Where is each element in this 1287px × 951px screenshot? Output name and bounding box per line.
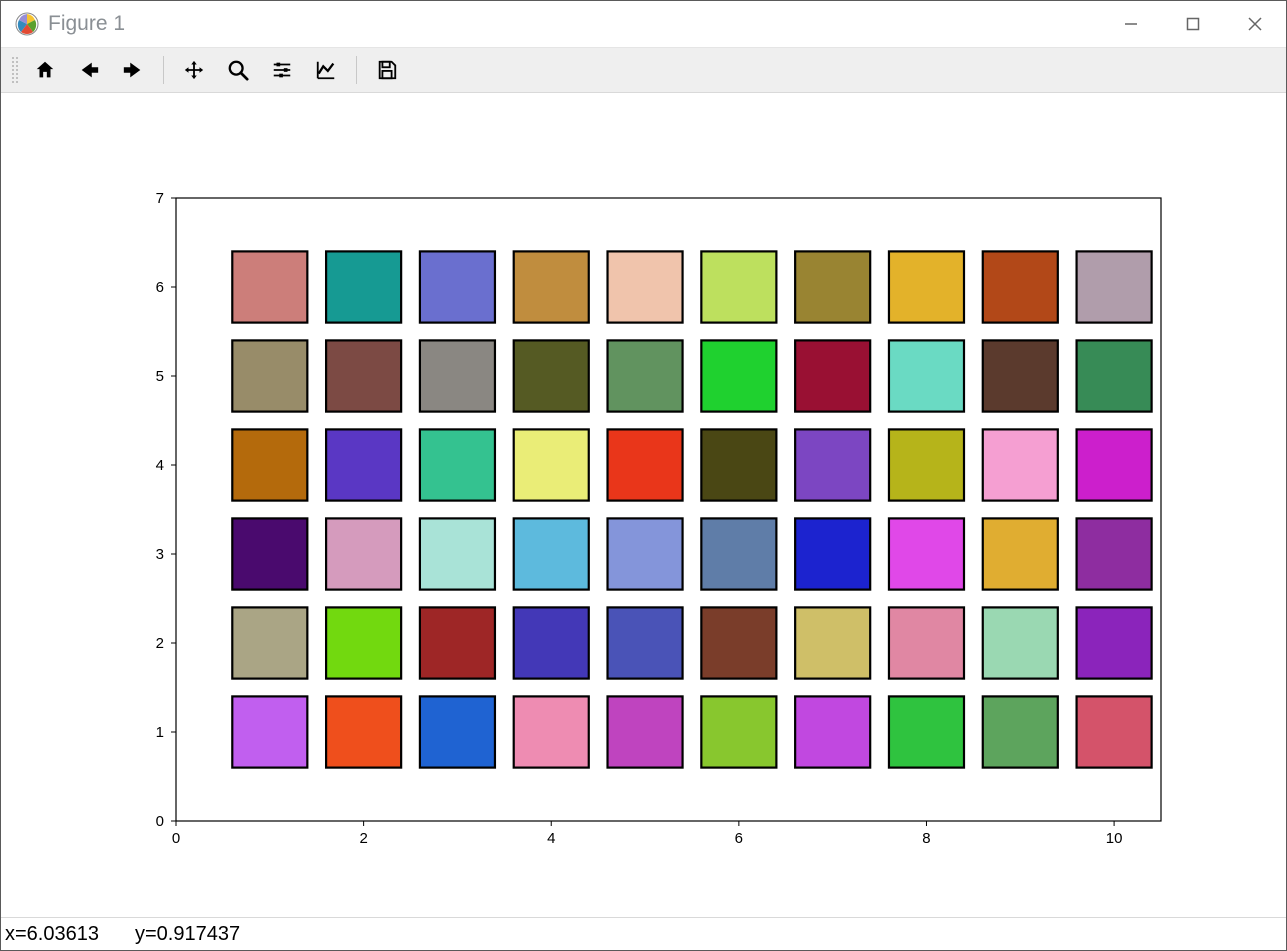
x-tick-label: 10: [1106, 830, 1123, 847]
y-tick-label: 6: [156, 279, 164, 296]
color-swatch: [795, 518, 870, 589]
color-swatch: [326, 251, 401, 322]
x-tick-label: 8: [922, 830, 930, 847]
color-swatch: [889, 696, 964, 767]
color-swatch: [889, 251, 964, 322]
statusbar: x=6.03613 y=0.917437: [1, 917, 1286, 950]
color-swatch: [889, 518, 964, 589]
color-swatch: [232, 340, 307, 411]
color-swatch: [326, 429, 401, 500]
color-swatch: [514, 340, 589, 411]
color-swatch: [1077, 696, 1152, 767]
color-swatch: [326, 340, 401, 411]
color-swatch: [983, 518, 1058, 589]
toolbar-separator: [356, 56, 357, 84]
color-swatch: [608, 340, 683, 411]
color-swatch: [701, 429, 776, 500]
color-swatch: [608, 429, 683, 500]
x-tick-label: 6: [735, 830, 743, 847]
pan-button[interactable]: [172, 48, 216, 92]
forward-button[interactable]: [111, 48, 155, 92]
color-swatch: [983, 696, 1058, 767]
color-swatch: [232, 429, 307, 500]
color-swatch: [232, 696, 307, 767]
color-swatch: [983, 429, 1058, 500]
color-swatch: [701, 251, 776, 322]
color-swatch: [1077, 340, 1152, 411]
axes-button[interactable]: [304, 48, 348, 92]
color-swatch: [983, 607, 1058, 678]
color-swatch: [889, 429, 964, 500]
plot-canvas[interactable]: 0 2 4 6 8 10 0 1 2 3 4 5 6 7: [1, 93, 1286, 917]
color-swatch: [420, 607, 495, 678]
y-tick-label: 5: [156, 368, 164, 385]
color-swatch: [232, 518, 307, 589]
color-swatch: [701, 607, 776, 678]
x-tick-label: 0: [172, 830, 180, 847]
color-swatch: [608, 251, 683, 322]
y-tick-label: 0: [156, 813, 164, 830]
back-button[interactable]: [67, 48, 111, 92]
x-tick-label: 2: [359, 830, 367, 847]
color-swatch: [608, 696, 683, 767]
toolbar-separator: [163, 56, 164, 84]
color-swatch: [326, 518, 401, 589]
color-swatch: [1077, 518, 1152, 589]
color-swatch: [701, 696, 776, 767]
color-swatch: [420, 518, 495, 589]
y-tick-label: 4: [156, 457, 164, 474]
toolbar-grip: [11, 56, 19, 84]
y-tick-label: 7: [156, 190, 164, 207]
color-swatch: [795, 340, 870, 411]
save-button[interactable]: [365, 48, 409, 92]
color-swatch: [420, 696, 495, 767]
color-swatch: [514, 607, 589, 678]
figure-window: Figure 1: [0, 0, 1287, 951]
y-tick-label: 3: [156, 546, 164, 563]
color-swatch: [1077, 251, 1152, 322]
color-swatch: [1077, 429, 1152, 500]
close-button[interactable]: [1224, 1, 1286, 47]
color-swatch: [889, 607, 964, 678]
app-icon: [15, 12, 39, 36]
color-swatch: [420, 340, 495, 411]
color-swatch: [608, 607, 683, 678]
color-swatch: [514, 429, 589, 500]
y-tick-label: 1: [156, 724, 164, 741]
color-swatch: [608, 518, 683, 589]
maximize-button[interactable]: [1162, 1, 1224, 47]
status-y: y=0.917437: [135, 923, 240, 946]
color-swatch: [514, 696, 589, 767]
status-x: x=6.03613: [5, 923, 99, 946]
color-swatch: [514, 518, 589, 589]
home-button[interactable]: [23, 48, 67, 92]
color-swatch: [1077, 607, 1152, 678]
color-swatch: [326, 696, 401, 767]
color-swatch: [420, 429, 495, 500]
subplots-button[interactable]: [260, 48, 304, 92]
x-tick-label: 4: [547, 830, 555, 847]
color-swatch: [232, 251, 307, 322]
color-swatch: [514, 251, 589, 322]
color-swatch: [232, 607, 307, 678]
color-swatch: [983, 340, 1058, 411]
color-swatch: [983, 251, 1058, 322]
minimize-button[interactable]: [1100, 1, 1162, 47]
color-swatch: [889, 340, 964, 411]
color-swatch: [420, 251, 495, 322]
color-swatch: [795, 607, 870, 678]
color-swatch: [701, 340, 776, 411]
color-swatch: [795, 251, 870, 322]
zoom-button[interactable]: [216, 48, 260, 92]
toolbar: [1, 48, 1286, 93]
color-swatch: [326, 607, 401, 678]
color-swatch: [701, 518, 776, 589]
y-tick-label: 2: [156, 635, 164, 652]
color-swatch: [795, 429, 870, 500]
color-swatch: [795, 696, 870, 767]
window-title: Figure 1: [48, 12, 125, 36]
titlebar: Figure 1: [1, 1, 1286, 48]
